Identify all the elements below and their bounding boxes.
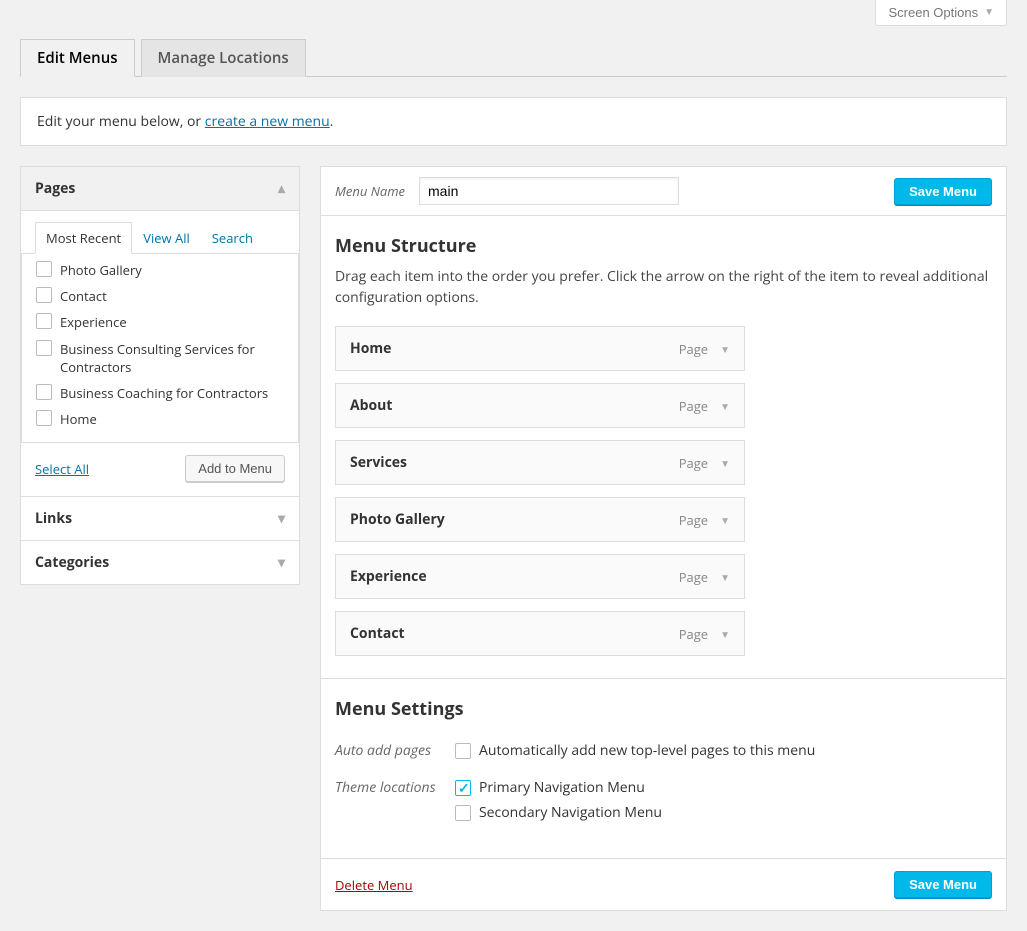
chevron-down-icon[interactable]: ▼	[720, 513, 730, 527]
theme-locations-label: Theme locations	[335, 778, 455, 797]
chevron-down-icon: ▼	[984, 7, 994, 18]
menu-name-label: Menu Name	[335, 182, 405, 200]
menu-item-type: Page	[679, 397, 708, 415]
theme-location-option[interactable]: Primary Navigation Menu	[455, 778, 992, 797]
menu-item-type: Page	[679, 340, 708, 358]
checkbox-icon[interactable]	[455, 743, 471, 759]
accordion-pages-title: Pages	[35, 179, 75, 198]
theme-location-option[interactable]: Secondary Navigation Menu	[455, 803, 992, 822]
accordion-links-header[interactable]: Links ▾	[21, 497, 299, 540]
accordion-pages-header[interactable]: Pages ▴	[21, 167, 299, 210]
checkbox-icon[interactable]	[36, 384, 52, 400]
select-all-link[interactable]: Select All	[35, 460, 89, 478]
menu-item[interactable]: Experience Page ▼	[335, 554, 745, 599]
page-item[interactable]: Contact	[36, 283, 284, 309]
screen-options-label: Screen Options	[888, 5, 978, 20]
menu-structure-desc: Drag each item into the order you prefer…	[335, 266, 992, 308]
page-item[interactable]: Home	[36, 406, 284, 432]
tab-manage-locations[interactable]: Manage Locations	[141, 39, 306, 77]
checkbox-icon[interactable]	[36, 287, 52, 303]
auto-add-label: Auto add pages	[335, 741, 455, 760]
menu-item-title: Home	[350, 339, 391, 358]
menu-footer: Delete Menu Save Menu	[321, 858, 1006, 910]
inner-tab-view-all[interactable]: View All	[132, 222, 201, 254]
menu-name-input[interactable]	[419, 177, 679, 205]
menu-item[interactable]: Services Page ▼	[335, 440, 745, 485]
accordion-categories-header[interactable]: Categories ▾	[21, 541, 299, 584]
checkbox-checked-icon[interactable]	[455, 780, 471, 796]
menu-item-title: Experience	[350, 567, 427, 586]
accordion-links-title: Links	[35, 509, 72, 528]
chevron-down-icon[interactable]: ▼	[720, 570, 730, 584]
intro-bar: Edit your menu below, or create a new me…	[20, 97, 1007, 146]
delete-menu-link[interactable]: Delete Menu	[335, 876, 413, 894]
menu-item-type: Page	[679, 511, 708, 529]
page-item[interactable]: Business Coaching for Contractors	[36, 380, 284, 406]
chevron-down-icon[interactable]: ▼	[720, 627, 730, 641]
accordion-categories: Categories ▾	[20, 540, 300, 585]
menu-edit-panel: Menu Name Save Menu Menu Structure Drag …	[320, 166, 1007, 911]
menu-structure-title: Menu Structure	[335, 234, 992, 258]
save-menu-button-top[interactable]: Save Menu	[894, 178, 992, 205]
intro-prefix: Edit your menu below, or	[37, 112, 205, 131]
accordion-links: Links ▾	[20, 496, 300, 541]
inner-tab-search[interactable]: Search	[201, 222, 264, 254]
checkbox-icon[interactable]	[455, 805, 471, 821]
menu-item-title: Services	[350, 453, 407, 472]
chevron-down-icon[interactable]: ▼	[720, 456, 730, 470]
chevron-down-icon[interactable]: ▼	[720, 399, 730, 413]
intro-suffix: .	[330, 112, 334, 131]
add-to-menu-button[interactable]: Add to Menu	[185, 455, 285, 482]
auto-add-option[interactable]: Automatically add new top-level pages to…	[455, 741, 992, 760]
menu-item[interactable]: Home Page ▼	[335, 326, 745, 371]
create-menu-link[interactable]: create a new menu	[205, 112, 330, 131]
menu-item-type: Page	[679, 568, 708, 586]
caret-up-icon: ▴	[278, 179, 285, 198]
menu-item[interactable]: Contact Page ▼	[335, 611, 745, 656]
checkbox-icon[interactable]	[36, 340, 52, 356]
screen-options-button[interactable]: Screen Options ▼	[875, 0, 1007, 26]
menu-item[interactable]: Photo Gallery Page ▼	[335, 497, 745, 542]
page-item[interactable]: Photo Gallery	[36, 257, 284, 283]
menu-item-type: Page	[679, 454, 708, 472]
menu-header: Menu Name Save Menu	[321, 167, 1006, 216]
checkbox-icon[interactable]	[36, 410, 52, 426]
accordion-pages: Pages ▴ Most Recent View All Search Phot…	[20, 166, 300, 497]
save-menu-button-bottom[interactable]: Save Menu	[894, 871, 992, 898]
page-list: Photo Gallery Contact Experience Busines…	[21, 253, 299, 443]
menu-item-title: About	[350, 396, 392, 415]
chevron-down-icon[interactable]: ▼	[720, 342, 730, 356]
page-item[interactable]: Experience	[36, 309, 284, 335]
caret-down-icon: ▾	[278, 509, 285, 528]
accordion-categories-title: Categories	[35, 553, 109, 572]
inner-tab-most-recent[interactable]: Most Recent	[35, 222, 132, 254]
nav-tabs: Edit Menus Manage Locations	[20, 38, 1007, 77]
menu-item-title: Contact	[350, 624, 405, 643]
checkbox-icon[interactable]	[36, 261, 52, 277]
tab-edit-menus[interactable]: Edit Menus	[20, 39, 135, 77]
menu-item-type: Page	[679, 625, 708, 643]
page-item[interactable]: Business Consulting Services for Contrac…	[36, 336, 284, 380]
menu-item-title: Photo Gallery	[350, 510, 445, 529]
checkbox-icon[interactable]	[36, 313, 52, 329]
menu-settings-title: Menu Settings	[335, 697, 992, 721]
menu-item[interactable]: About Page ▼	[335, 383, 745, 428]
caret-down-icon: ▾	[278, 553, 285, 572]
